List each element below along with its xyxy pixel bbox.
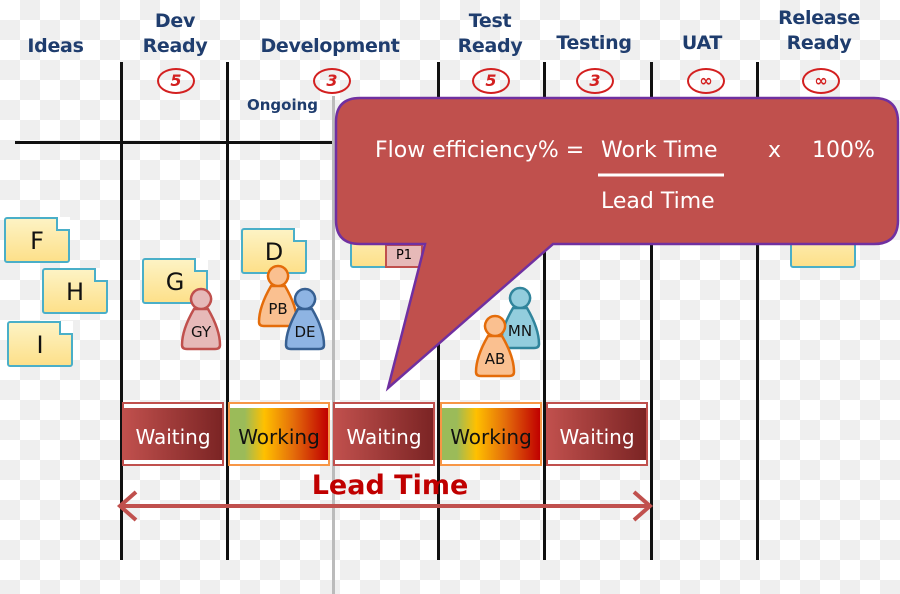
stage-working: Working — [440, 402, 542, 466]
stage-waiting: Waiting — [333, 402, 435, 466]
formula-lhs: Flow efficiency% = — [375, 138, 585, 163]
formula-factor: 100% — [812, 138, 875, 163]
formula-times: x — [768, 138, 782, 163]
stage-working: Working — [228, 402, 330, 466]
stage-waiting: Waiting — [546, 402, 648, 466]
formula-denominator: Lead Time — [601, 189, 715, 214]
stage-waiting: Waiting — [122, 402, 224, 466]
formula-numerator: Work Time — [601, 138, 718, 163]
lead-time-arrow — [116, 490, 654, 522]
